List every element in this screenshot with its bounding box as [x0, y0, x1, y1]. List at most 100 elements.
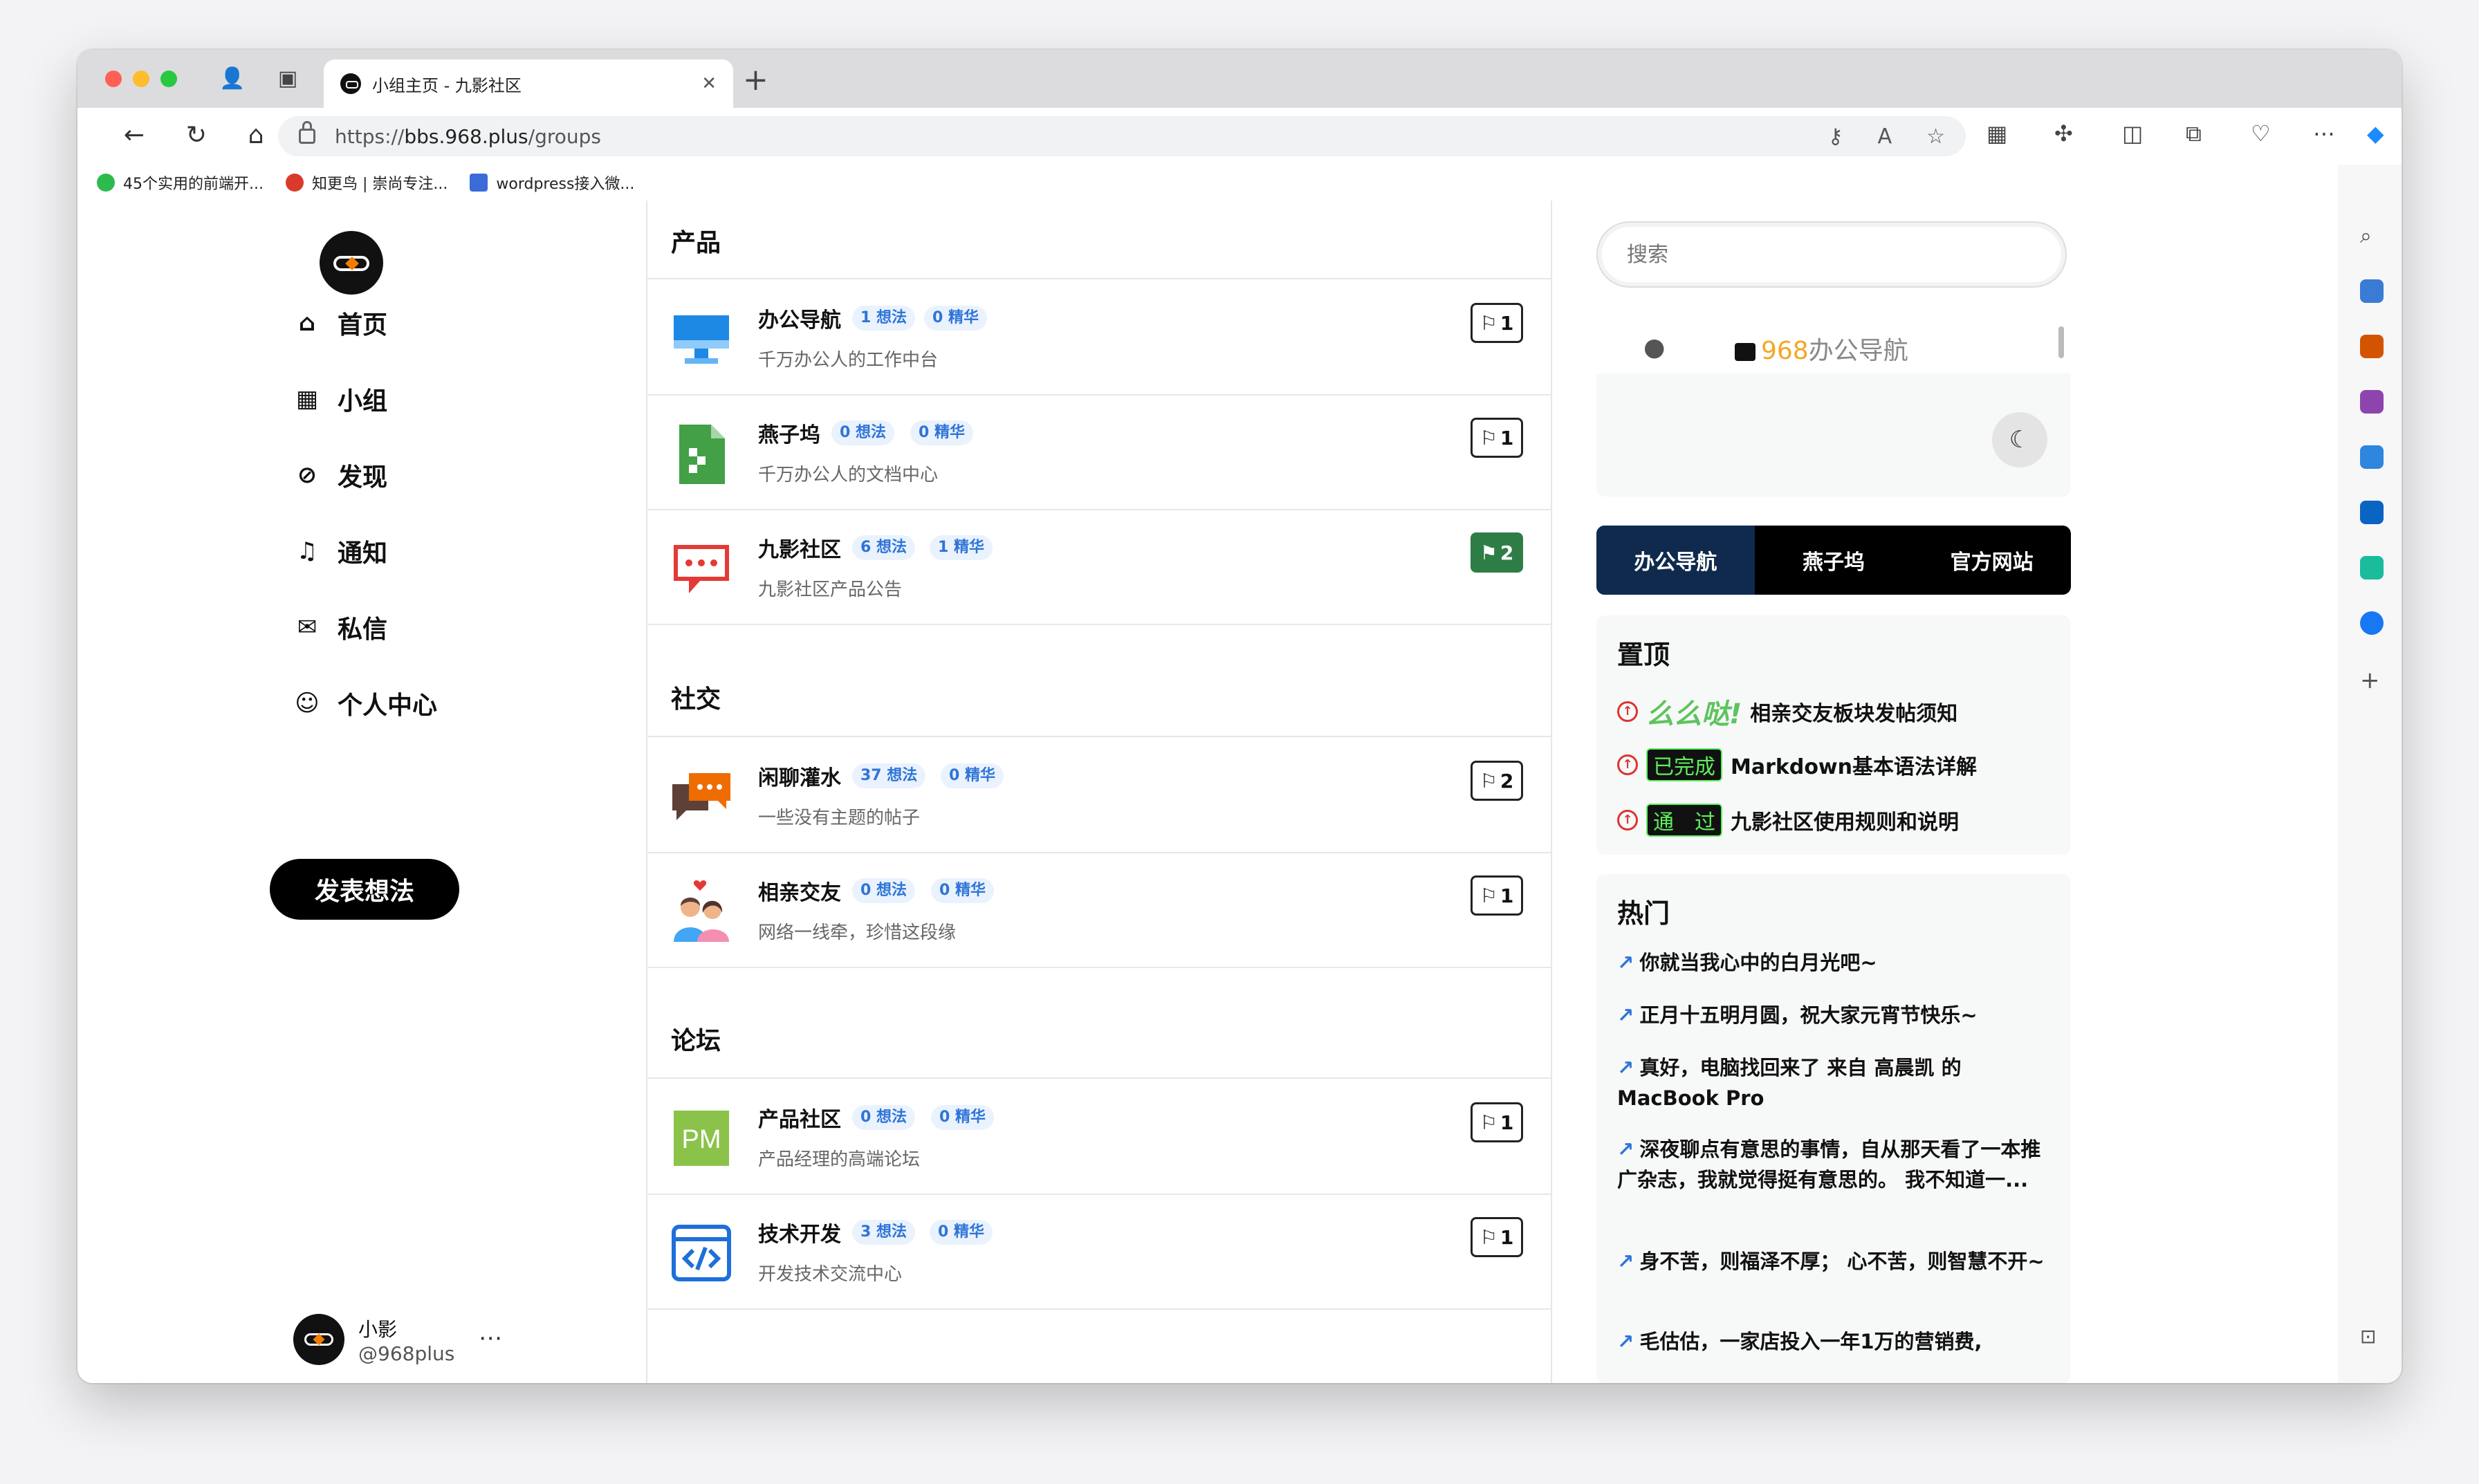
- nav-item-groups[interactable]: ▦ 小组: [292, 375, 387, 423]
- bookmark-item[interactable]: wordpress接入微...: [470, 171, 634, 194]
- profile-icon[interactable]: 👤: [219, 65, 246, 93]
- document-icon: [470, 174, 488, 192]
- nav-item-profile[interactable]: ☺ 个人中心: [292, 679, 437, 727]
- user-icon: ☺: [295, 689, 320, 717]
- facebook-icon[interactable]: [2360, 611, 2384, 635]
- bell-icon: ♫: [296, 537, 318, 565]
- theme-toggle-icon[interactable]: ☾: [1992, 412, 2047, 467]
- collections-icon[interactable]: ⧉: [2186, 120, 2202, 147]
- user-icon[interactable]: ●: [1643, 333, 1665, 362]
- group-item[interactable]: 九影社区 6 想法 1 精华 九影社区产品公告 ⚑ 2: [647, 509, 1551, 625]
- hot-post[interactable]: ↗ 毛估估，一家店投入一年1万的营销费,: [1617, 1326, 2060, 1357]
- hot-post[interactable]: ↗ 正月十五明月圆，祝大家元宵节快乐~: [1617, 1000, 2060, 1030]
- pinned-post[interactable]: ↑ 已完成 Markdown基本语法详解: [1617, 748, 1977, 781]
- bookmark-item[interactable]: 45个实用的前端开...: [97, 171, 264, 194]
- group-description: 千万办公人的文档中心: [758, 465, 939, 485]
- lock-icon: [299, 121, 315, 144]
- outlook-icon[interactable]: [2360, 501, 2384, 524]
- zoom-window-button[interactable]: [160, 71, 177, 87]
- post-tag: 已完成: [1646, 748, 1722, 781]
- tag-icon[interactable]: [2360, 279, 2384, 303]
- post-count-button[interactable]: ⚐ 1: [1471, 875, 1523, 916]
- tab-office-nav[interactable]: 办公导航: [1596, 526, 1755, 595]
- nav-item-notifications[interactable]: ♫ 通知: [292, 527, 387, 575]
- group-name: 产品社区: [758, 1108, 841, 1132]
- section-title: 产品: [671, 229, 721, 257]
- browser-window: 👤 ▣ 小组主页 - 九影社区 ✕ + ← ↻ ⌂ https://bbs.96…: [77, 50, 2402, 1383]
- health-icon[interactable]: ♡: [2251, 120, 2271, 147]
- pin-icon: ↑: [1617, 810, 1638, 831]
- minimize-window-button[interactable]: [133, 71, 149, 87]
- group-name: 燕子坞: [758, 423, 820, 447]
- nav-item-discover[interactable]: ⊘ 发现: [292, 451, 387, 499]
- group-name: 闲聊灌水: [758, 766, 841, 790]
- post-count-button[interactable]: ⚐ 1: [1471, 1102, 1523, 1142]
- home-button[interactable]: ⌂: [238, 118, 274, 154]
- group-description: 一些没有主题的帖子: [758, 808, 921, 828]
- screenshot-icon[interactable]: ⊡: [2360, 1325, 2384, 1348]
- group-item[interactable]: 技术开发 3 想法 0 精华 开发技术交流中心 ⚐ 1: [647, 1194, 1551, 1310]
- group-item[interactable]: 相亲交友 0 想法 0 精华 网络一线牵，珍惜这段缘 ⚐ 1: [647, 852, 1551, 968]
- search-icon[interactable]: ⌕: [2360, 224, 2384, 248]
- group-item[interactable]: PM 产品社区 0 想法 0 精华 产品经理的高端论坛 ⚐ 1: [647, 1079, 1551, 1195]
- back-button[interactable]: ←: [116, 118, 152, 154]
- hot-post[interactable]: ↗ 真好，电脑找回来了 来自 高晨凯 的 MacBook Pro: [1617, 1052, 2060, 1113]
- new-tab-button[interactable]: +: [743, 62, 768, 98]
- more-menu-icon[interactable]: ⋯: [2313, 120, 2335, 147]
- user-more-icon[interactable]: ⋯: [479, 1324, 502, 1352]
- bookmark-item[interactable]: 知更鸟 | 崇尚专注...: [285, 171, 448, 194]
- post-count-button[interactable]: ⚑ 2: [1471, 532, 1523, 573]
- office-icon[interactable]: [2360, 445, 2384, 469]
- extension-icon[interactable]: ▦: [1987, 120, 2007, 147]
- featured-badge: 0 精华: [931, 878, 994, 903]
- chess-icon[interactable]: [2360, 390, 2384, 414]
- nav-item-messages[interactable]: ✉ 私信: [292, 603, 387, 651]
- home-icon: ⌂: [298, 309, 316, 337]
- split-screen-icon[interactable]: ◫: [2122, 120, 2143, 147]
- post-count-button[interactable]: ⚐ 1: [1471, 418, 1523, 458]
- preview-brand[interactable]: 968办公导航: [1735, 331, 1908, 367]
- hot-post[interactable]: ↗ 你就当我心中的白月光吧~: [1617, 947, 2060, 978]
- briefcase-icon[interactable]: [2360, 335, 2384, 358]
- tab-official-site[interactable]: 官方网站: [1913, 526, 2071, 595]
- post-count-button[interactable]: ⚐ 2: [1471, 761, 1523, 801]
- read-aloud-icon[interactable]: A: [1878, 124, 1892, 149]
- post-count-button[interactable]: ⚐ 1: [1471, 1217, 1523, 1257]
- search-input[interactable]: [1596, 221, 2067, 288]
- post-idea-button[interactable]: 发表想法: [270, 859, 459, 920]
- reload-button[interactable]: ↻: [178, 118, 214, 154]
- url-path: /groups: [528, 124, 601, 148]
- key-icon[interactable]: ⚷: [1828, 124, 1843, 149]
- site-logo[interactable]: [320, 231, 383, 295]
- favorite-star-icon[interactable]: ☆: [1926, 124, 1945, 149]
- extensions-puzzle-icon[interactable]: ✣: [2054, 120, 2073, 147]
- post-count-button[interactable]: ⚐ 1: [1471, 303, 1523, 343]
- featured-badge: 0 精华: [930, 1220, 993, 1245]
- trending-icon: ↗: [1617, 1138, 1634, 1161]
- pinned-post[interactable]: ↑ 通 过九影社区使用规则和说明: [1617, 804, 1959, 837]
- send-icon[interactable]: [2360, 556, 2384, 579]
- group-item[interactable]: 燕子坞 0 想法 0 精华 千万办公人的文档中心 ⚐ 1: [647, 394, 1551, 510]
- active-tab[interactable]: 小组主页 - 九影社区 ✕: [324, 59, 733, 108]
- scrollbar[interactable]: [2058, 326, 2064, 358]
- close-window-button[interactable]: [105, 71, 122, 87]
- group-item[interactable]: 办公导航 1 想法 0 精华 千万办公人的工作中台 ⚐ 1: [647, 279, 1551, 396]
- group-item[interactable]: 闲聊灌水 37 想法 0 精华 一些没有主题的帖子 ⚐ 2: [647, 737, 1551, 853]
- hot-post[interactable]: ↗ 深夜聊点有意思的事情，自从那天看了一本推广杂志，我就觉得挺有意思的。 我不知道…: [1617, 1134, 2060, 1195]
- nav-item-home[interactable]: ⌂ 首页: [292, 299, 387, 347]
- tab-actions-icon[interactable]: ▣: [274, 65, 302, 93]
- settings-gear-icon[interactable]: ⚙: [2360, 1382, 2384, 1383]
- embedded-preview: ● 968办公导航 ☾: [1596, 318, 2071, 497]
- flag-icon: ⚐: [1480, 311, 1497, 335]
- pinned-post[interactable]: ↑ 么么哒! 相亲交友板块发帖须知: [1617, 692, 1957, 732]
- add-icon[interactable]: +: [2360, 667, 2384, 694]
- featured-badge: 0 精华: [910, 420, 973, 445]
- ideas-badge: 0 想法: [852, 1105, 915, 1130]
- hot-post[interactable]: ↗ 身不苦，则福泽不厚； 心不苦，则智慧不开~: [1617, 1246, 2060, 1277]
- tab-close-icon[interactable]: ✕: [701, 73, 717, 94]
- address-bar[interactable]: https://bbs.968.plus/groups ⚷ A ☆: [278, 116, 1966, 156]
- tab-yanziwu[interactable]: 燕子坞: [1755, 526, 1913, 595]
- spreadsheet-file-icon: [679, 425, 725, 484]
- copilot-icon[interactable]: ◆: [2367, 120, 2384, 147]
- current-user[interactable]: 小影 @968plus: [293, 1314, 454, 1365]
